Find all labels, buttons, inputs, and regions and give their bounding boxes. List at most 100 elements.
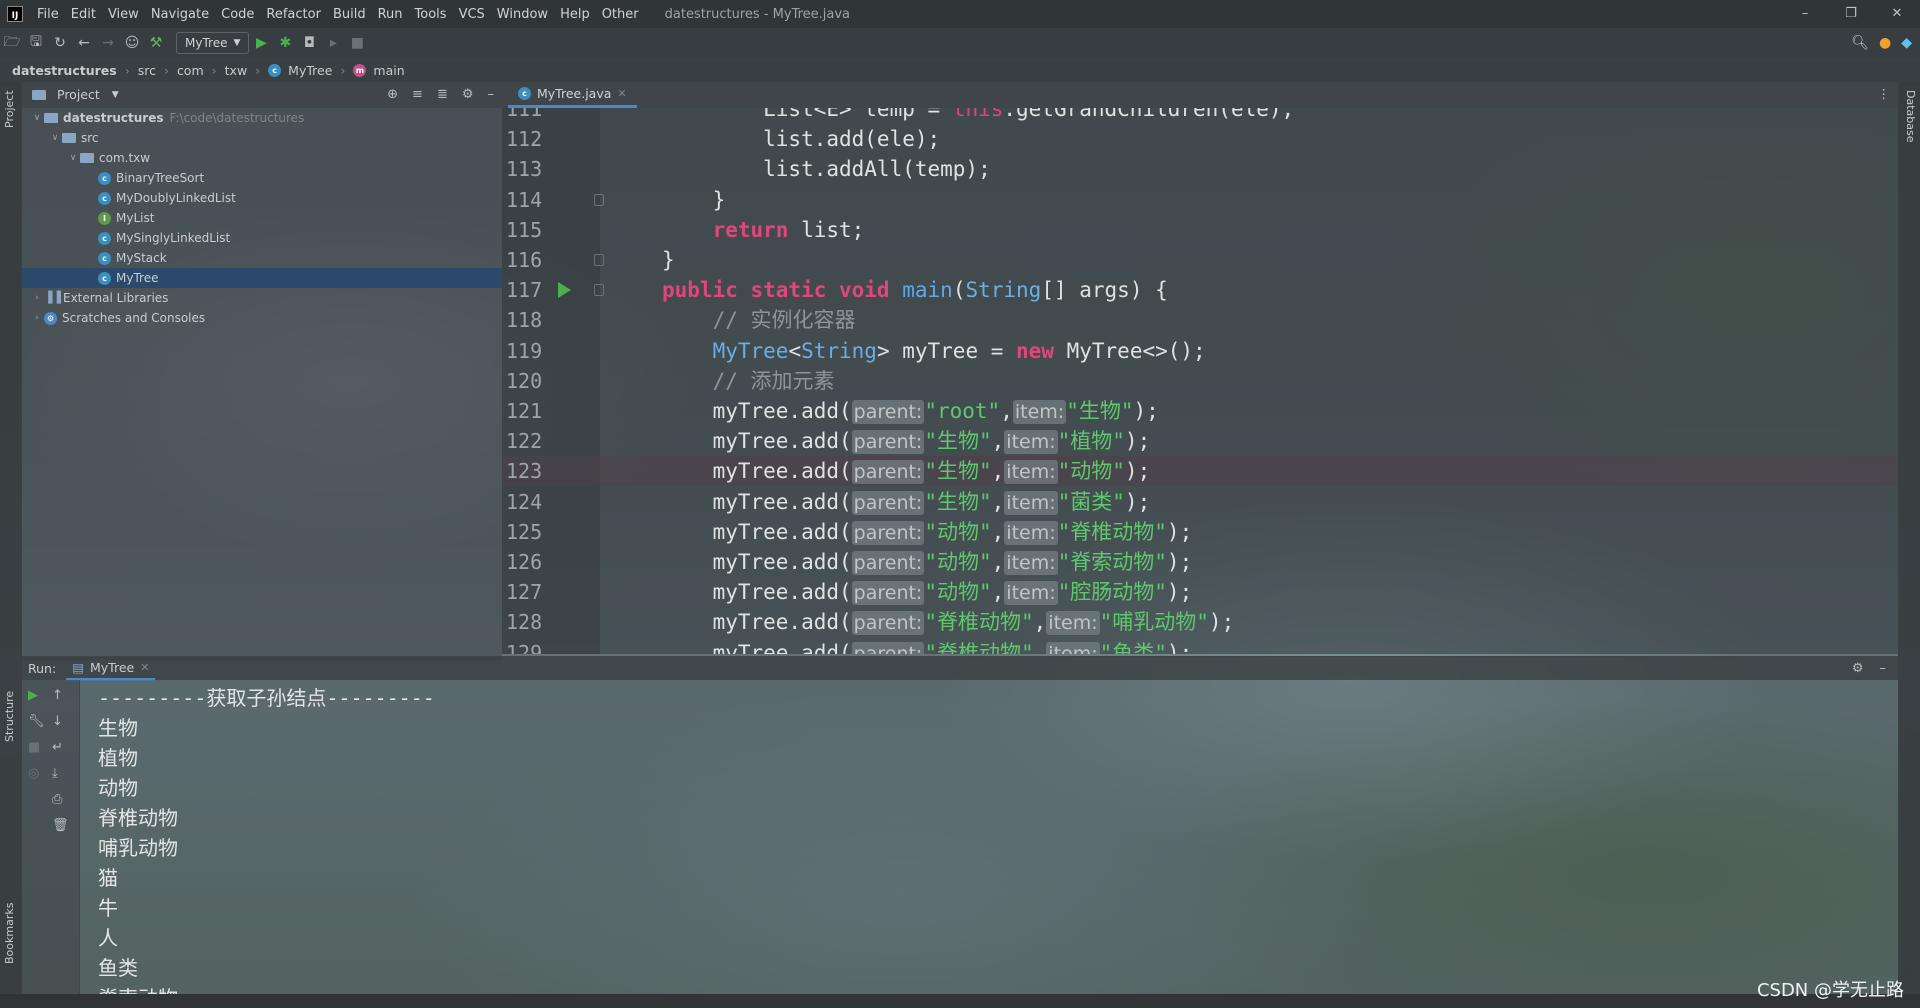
tree-item[interactable]: ∨ datestructures F:\code\datestructures bbox=[22, 108, 502, 128]
menu-code[interactable]: Code bbox=[215, 7, 260, 22]
menu-run[interactable]: Run bbox=[372, 7, 409, 22]
print-icon[interactable]: ⎙ bbox=[52, 792, 69, 807]
breadcrumb-project[interactable]: datestructures bbox=[12, 63, 117, 78]
database-tool-button[interactable]: Database bbox=[1904, 90, 1917, 143]
jetbrains-icon[interactable]: ◆ bbox=[1901, 35, 1912, 51]
chevron-down-icon[interactable]: ∨ bbox=[30, 113, 44, 123]
tree-item[interactable]: › ▐▐ External Libraries bbox=[22, 288, 502, 308]
restore-icon[interactable]: ❐ bbox=[1828, 0, 1874, 28]
hide-icon[interactable]: – bbox=[488, 87, 495, 102]
tree-item[interactable]: › ⚙ Scratches and Consoles bbox=[22, 308, 502, 328]
update-icon[interactable]: ● bbox=[1879, 35, 1891, 51]
project-tool-button[interactable]: Project bbox=[3, 90, 16, 128]
tree-item[interactable]: c MyDoublyLinkedList bbox=[22, 188, 502, 208]
code-line[interactable]: 117 public static void main(String[] args… bbox=[502, 275, 1898, 305]
code-line[interactable]: 122 myTree.add(parent:"生物", item:"植物"); bbox=[502, 426, 1898, 456]
tree-item[interactable]: c MyTree bbox=[22, 268, 502, 288]
open-folder-icon[interactable]: 🗁 bbox=[0, 31, 24, 55]
menu-vcs[interactable]: VCS bbox=[453, 7, 491, 22]
console-output[interactable]: ---------获取子孙结点--------- 生物 植物 动物 脊椎动物 哺乳动物猫牛… bbox=[80, 680, 1898, 994]
code-line[interactable]: 116} bbox=[502, 245, 1898, 275]
code-line[interactable]: 128 myTree.add(parent:"脊椎动物", item:"哺乳动物"… bbox=[502, 607, 1898, 637]
tree-item[interactable]: ∨ src bbox=[22, 128, 502, 148]
hide-icon[interactable]: – bbox=[1880, 661, 1887, 676]
breadcrumb-class[interactable]: MyTree bbox=[288, 63, 332, 78]
more-icon[interactable]: ⋮ bbox=[1878, 86, 1891, 101]
fold-marker-icon[interactable] bbox=[594, 193, 604, 206]
menu-window[interactable]: Window bbox=[491, 7, 554, 22]
scroll-to-end-icon[interactable]: ⤓ bbox=[52, 766, 69, 781]
menu-build[interactable]: Build bbox=[327, 7, 372, 22]
code-line[interactable]: 119 MyTree<String> myTree = new MyTree<>… bbox=[502, 336, 1898, 366]
bookmarks-tool-button[interactable]: Bookmarks bbox=[3, 903, 16, 964]
stop-icon[interactable]: ■ bbox=[28, 740, 45, 755]
gear-icon[interactable]: ⚙ bbox=[462, 87, 474, 102]
code-editor[interactable]: 111 List<E> temp = this.getGrandChildren… bbox=[502, 108, 1898, 654]
back-icon[interactable]: ← bbox=[72, 35, 96, 51]
code-line[interactable]: 112 list.add(ele); bbox=[502, 124, 1898, 154]
run-configuration-select[interactable]: MyTree ▼ bbox=[176, 32, 250, 54]
tree-item[interactable]: ∨ com.txw bbox=[22, 148, 502, 168]
coverage-icon[interactable]: ◘ bbox=[297, 35, 321, 51]
user-icon[interactable]: ☺ bbox=[120, 35, 144, 51]
code-line[interactable]: 123 myTree.add(parent:"生物", item:"动物"); bbox=[502, 456, 1898, 487]
tree-item[interactable]: I MyList bbox=[22, 208, 502, 228]
arrow-down-icon[interactable]: ↓ bbox=[52, 714, 69, 729]
save-icon[interactable]: 🖫 bbox=[24, 31, 48, 55]
sync-icon[interactable]: ↻ bbox=[48, 35, 72, 51]
menu-file[interactable]: File bbox=[31, 7, 65, 22]
search-icon[interactable]: 🔍︎ bbox=[1851, 35, 1869, 51]
code-line[interactable]: 111 List<E> temp = this.getGrandChildren… bbox=[502, 108, 1898, 124]
soft-wrap-icon[interactable]: ↵ bbox=[52, 740, 69, 755]
run-gutter-icon[interactable] bbox=[558, 282, 571, 299]
menu-refactor[interactable]: Refactor bbox=[260, 7, 327, 22]
breadcrumb-com[interactable]: com bbox=[177, 63, 204, 78]
chevron-right-icon[interactable]: › bbox=[30, 293, 44, 303]
run-icon[interactable]: ▶ bbox=[249, 35, 273, 51]
chevron-down-icon[interactable]: ▼ bbox=[112, 90, 119, 100]
rerun-icon[interactable]: ▶ bbox=[28, 688, 45, 703]
code-line[interactable]: 114 } bbox=[502, 185, 1898, 215]
debug-icon[interactable]: ✱ bbox=[273, 35, 297, 51]
arrow-up-icon[interactable]: ↑ bbox=[52, 688, 69, 703]
collapse-all-icon[interactable]: ≣ bbox=[437, 87, 448, 102]
trash-icon[interactable]: 🗑︎ bbox=[52, 818, 69, 833]
tab-mytree-java[interactable]: c MyTree.java ✕ bbox=[508, 82, 637, 108]
breadcrumb-method[interactable]: main bbox=[373, 63, 404, 78]
stop-icon[interactable]: ■ bbox=[345, 35, 369, 51]
tree-item[interactable]: c MySinglyLinkedList bbox=[22, 228, 502, 248]
close-tab-icon[interactable]: ✕ bbox=[617, 87, 626, 100]
code-line[interactable]: 127 myTree.add(parent:"动物", item:"腔肠动物"); bbox=[502, 577, 1898, 607]
code-line[interactable]: 124 myTree.add(parent:"生物", item:"菌类"); bbox=[502, 487, 1898, 517]
code-line[interactable]: 120 // 添加元素 bbox=[502, 366, 1898, 396]
code-line[interactable]: 129 myTree.add(parent:"脊椎动物", item:"鱼类"); bbox=[502, 638, 1898, 654]
code-line[interactable]: 118 // 实例化容器 bbox=[502, 305, 1898, 335]
menu-navigate[interactable]: Navigate bbox=[145, 7, 215, 22]
run-tab-mytree[interactable]: ▤ MyTree ✕ bbox=[66, 657, 156, 681]
camera-icon[interactable]: ◎ bbox=[28, 766, 45, 781]
chevron-down-icon[interactable]: ∨ bbox=[48, 133, 62, 143]
code-line[interactable]: 126 myTree.add(parent:"动物", item:"脊索动物"); bbox=[502, 547, 1898, 577]
close-tab-icon[interactable]: ✕ bbox=[140, 661, 149, 674]
project-view-select[interactable]: Project bbox=[57, 87, 100, 102]
code-line[interactable]: 115 return list; bbox=[502, 215, 1898, 245]
breadcrumb-src[interactable]: src bbox=[138, 63, 156, 78]
profile-icon[interactable]: ▸ bbox=[321, 35, 345, 51]
expand-all-icon[interactable]: ≡ bbox=[412, 87, 423, 102]
build-hammer-icon[interactable]: ⚒ bbox=[144, 35, 168, 51]
fold-marker-icon[interactable] bbox=[594, 284, 604, 297]
close-icon[interactable]: ✕ bbox=[1874, 0, 1920, 28]
forward-icon[interactable]: → bbox=[96, 35, 120, 51]
menu-other[interactable]: Other bbox=[596, 7, 645, 22]
tree-item[interactable]: c BinaryTreeSort bbox=[22, 168, 502, 188]
wrench-icon[interactable]: 🔧︎ bbox=[28, 714, 45, 729]
menu-tools[interactable]: Tools bbox=[409, 7, 453, 22]
fold-marker-icon[interactable] bbox=[594, 254, 604, 266]
code-line[interactable]: 125 myTree.add(parent:"动物", item:"脊椎动物"); bbox=[502, 517, 1898, 547]
chevron-right-icon[interactable]: › bbox=[30, 313, 44, 323]
structure-tool-button[interactable]: Structure bbox=[3, 691, 16, 742]
menu-view[interactable]: View bbox=[102, 7, 145, 22]
code-line[interactable]: 113 list.addAll(temp); bbox=[502, 154, 1898, 184]
chevron-down-icon[interactable]: ∨ bbox=[66, 153, 80, 163]
menu-edit[interactable]: Edit bbox=[65, 7, 102, 22]
